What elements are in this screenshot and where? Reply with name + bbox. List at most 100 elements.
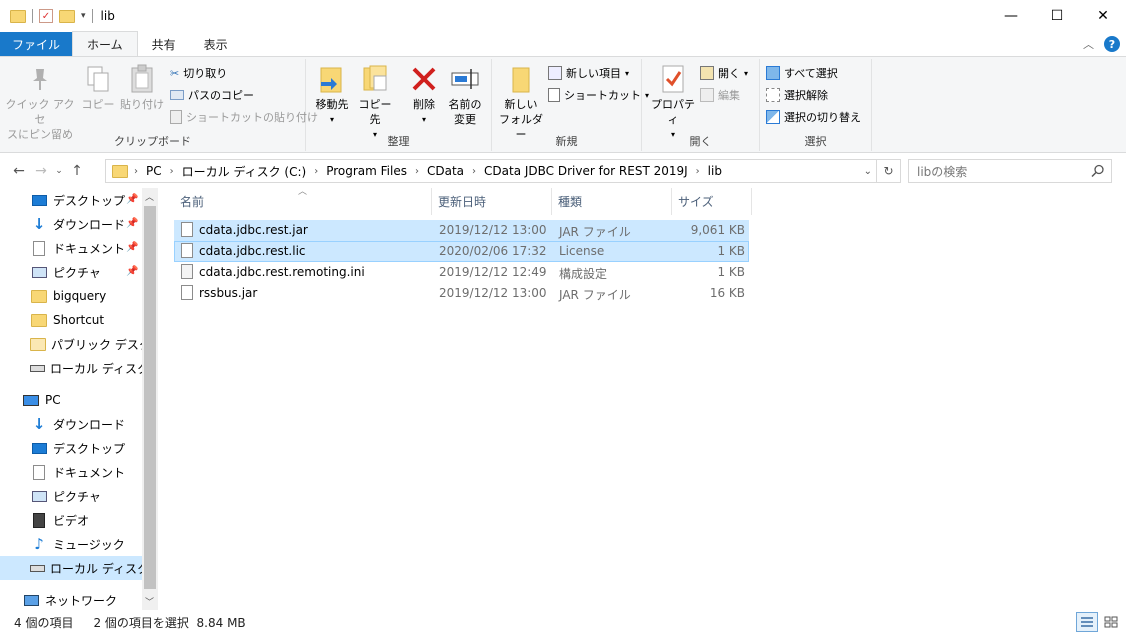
new-item-icon bbox=[548, 66, 562, 80]
open-button[interactable]: 開く ▾ bbox=[700, 63, 748, 83]
breadcrumb-local-disk[interactable]: ローカル ディスク (C:) bbox=[176, 163, 313, 180]
address-dropdown-icon[interactable]: ⌄ bbox=[864, 166, 872, 177]
file-row[interactable]: rssbus.jar 2019/12/12 13:00 JAR ファイル 16 … bbox=[174, 283, 749, 304]
forward-arrow-icon[interactable]: → bbox=[30, 163, 52, 179]
cut-button[interactable]: ✂ 切り取り bbox=[170, 63, 227, 83]
file-list: ︿ 名前 更新日時 種類 サイズ cdata.jdbc.rest.jar 201… bbox=[158, 187, 1126, 610]
column-header-type[interactable]: 種類 bbox=[552, 188, 672, 215]
details-view-icon[interactable] bbox=[1076, 612, 1098, 632]
pin-quick-access-button[interactable]: クイック アクセ スにピン留め bbox=[4, 61, 76, 142]
select-all-button[interactable]: すべて選択 bbox=[766, 63, 838, 83]
navigation-pane: デスクトップ 📌 ↓ ダウンロード 📌 ドキュメント 📌 ピクチャ 📌 bigq… bbox=[0, 188, 158, 610]
item-count: 4 個の項目 bbox=[14, 615, 74, 630]
nav-pane-scrollbar[interactable]: ︿ ﹀ bbox=[142, 188, 158, 610]
copy-to-button[interactable]: コピー先 ▾ bbox=[354, 61, 396, 142]
scroll-thumb[interactable] bbox=[144, 206, 156, 589]
new-item-button[interactable]: 新しい項目 ▾ bbox=[548, 63, 629, 83]
recent-locations-icon[interactable]: ⌄ bbox=[52, 166, 66, 176]
file-row[interactable]: cdata.jdbc.rest.lic 2020/02/06 17:32 Lic… bbox=[174, 241, 749, 262]
pin-icon: 📌 bbox=[126, 242, 139, 253]
delete-button[interactable]: 削除 ▾ bbox=[406, 61, 442, 127]
move-to-button[interactable]: 移動先 ▾ bbox=[312, 61, 352, 127]
nav-item-shortcut[interactable]: Shortcut bbox=[30, 308, 142, 332]
scroll-down-icon[interactable]: ﹀ bbox=[145, 595, 154, 608]
address-bar[interactable]: › PC › ローカル ディスク (C:) › Program Files › … bbox=[105, 159, 877, 183]
search-input[interactable]: libの検索 bbox=[908, 159, 1112, 183]
rename-icon bbox=[448, 61, 482, 97]
customize-toolbar-icon[interactable]: ▾ bbox=[81, 11, 86, 21]
delete-x-icon bbox=[407, 61, 441, 97]
nav-item-pc[interactable]: PC bbox=[22, 388, 142, 412]
download-arrow-icon: ↓ bbox=[32, 215, 46, 233]
file-icon bbox=[181, 285, 193, 303]
nav-item-pc-downloads[interactable]: ↓ ダウンロード bbox=[30, 412, 142, 436]
invert-selection-icon bbox=[766, 110, 780, 124]
document-icon bbox=[30, 464, 48, 480]
breadcrumb-cdata[interactable]: CData bbox=[421, 164, 470, 178]
breadcrumb-program-files[interactable]: Program Files bbox=[320, 164, 413, 178]
column-header-modified[interactable]: 更新日時 bbox=[432, 188, 552, 215]
select-group-label: 選択 bbox=[804, 135, 827, 148]
collapse-ribbon-icon[interactable]: ︿ bbox=[1083, 36, 1094, 52]
folder-icon bbox=[10, 9, 26, 23]
copy-to-icon bbox=[358, 61, 392, 97]
nav-item-pc-pictures[interactable]: ピクチャ bbox=[30, 484, 142, 508]
column-header-size[interactable]: サイズ bbox=[672, 188, 752, 215]
edit-icon bbox=[700, 88, 714, 102]
nav-item-local-disk-quick[interactable]: ローカル ディスク (C:) bbox=[30, 356, 142, 380]
file-row[interactable]: cdata.jdbc.rest.remoting.ini 2019/12/12 … bbox=[174, 262, 749, 283]
desktop-icon bbox=[30, 440, 48, 456]
nav-item-bigquery[interactable]: bigquery bbox=[30, 284, 142, 308]
nav-item-pc-local-disk[interactable]: ローカル ディスク (C:) bbox=[0, 556, 142, 580]
tab-share[interactable]: 共有 bbox=[138, 32, 190, 56]
file-row[interactable]: cdata.jdbc.rest.jar 2019/12/12 13:00 JAR… bbox=[174, 220, 749, 241]
large-icons-view-icon[interactable] bbox=[1100, 612, 1122, 632]
properties-button[interactable]: プロパティ ▾ bbox=[648, 61, 698, 142]
move-to-icon bbox=[315, 61, 349, 97]
scroll-up-icon[interactable]: ︿ bbox=[145, 190, 154, 203]
edit-button[interactable]: 編集 bbox=[700, 85, 740, 105]
nav-item-public-desktop[interactable]: パブリック デスクトップ bbox=[30, 332, 142, 356]
tab-file[interactable]: ファイル bbox=[0, 32, 73, 56]
breadcrumb-jdbc-driver[interactable]: CData JDBC Driver for REST 2019J bbox=[478, 164, 694, 178]
document-icon bbox=[30, 240, 48, 256]
new-folder-button[interactable]: 新しい フォルダー bbox=[498, 61, 544, 142]
breadcrumb-lib[interactable]: lib bbox=[702, 164, 728, 178]
easy-access-button[interactable]: ショートカット ▾ bbox=[548, 85, 649, 105]
breadcrumb-pc[interactable]: PC bbox=[140, 164, 168, 178]
minimize-button[interactable]: — bbox=[988, 0, 1034, 32]
nav-item-network[interactable]: ネットワーク bbox=[22, 588, 142, 612]
rename-button[interactable]: 名前の 変更 bbox=[444, 61, 486, 127]
tab-home[interactable]: ホーム bbox=[72, 31, 138, 56]
close-button[interactable]: ✕ bbox=[1080, 0, 1126, 32]
select-none-button[interactable]: 選択解除 bbox=[766, 85, 828, 105]
paste-shortcut-button[interactable]: ショートカットの貼り付け bbox=[170, 107, 318, 127]
up-arrow-icon[interactable]: ↑ bbox=[66, 163, 88, 179]
copy-path-button[interactable]: パスのコピー bbox=[170, 85, 254, 105]
invert-selection-button[interactable]: 選択の切り替え bbox=[766, 107, 861, 127]
new-folder-icon bbox=[504, 61, 538, 97]
copy-button[interactable]: コピー bbox=[80, 61, 116, 112]
nav-item-pc-documents[interactable]: ドキュメント bbox=[30, 460, 142, 484]
maximize-button[interactable]: ☐ bbox=[1034, 0, 1080, 32]
open-icon bbox=[700, 66, 714, 80]
tab-view[interactable]: 表示 bbox=[190, 32, 242, 56]
column-header-name[interactable]: 名前 bbox=[174, 188, 432, 215]
quick-access-toolbar: ✓ ▾ bbox=[0, 9, 93, 23]
window-title: lib bbox=[100, 9, 115, 23]
drive-icon bbox=[30, 560, 45, 576]
new-folder-icon[interactable] bbox=[59, 9, 75, 23]
drive-icon bbox=[30, 360, 45, 376]
new-group-label: 新規 bbox=[555, 135, 578, 148]
help-icon[interactable]: ? bbox=[1104, 36, 1120, 52]
nav-item-pc-music[interactable]: ♪ ミュージック bbox=[30, 532, 142, 556]
file-icon bbox=[181, 243, 193, 261]
nav-item-pc-videos[interactable]: ビデオ bbox=[30, 508, 142, 532]
back-arrow-icon[interactable]: ← bbox=[8, 163, 30, 179]
properties-check-icon[interactable]: ✓ bbox=[39, 9, 53, 23]
refresh-icon[interactable]: ↻ bbox=[877, 159, 901, 183]
nav-item-pc-desktop[interactable]: デスクトップ bbox=[30, 436, 142, 460]
pin-icon: 📌 bbox=[126, 194, 139, 205]
paste-button[interactable]: 貼り付け bbox=[120, 61, 164, 112]
navigation-row: ← → ⌄ ↑ › PC › ローカル ディスク (C:) › Program … bbox=[0, 157, 1126, 185]
